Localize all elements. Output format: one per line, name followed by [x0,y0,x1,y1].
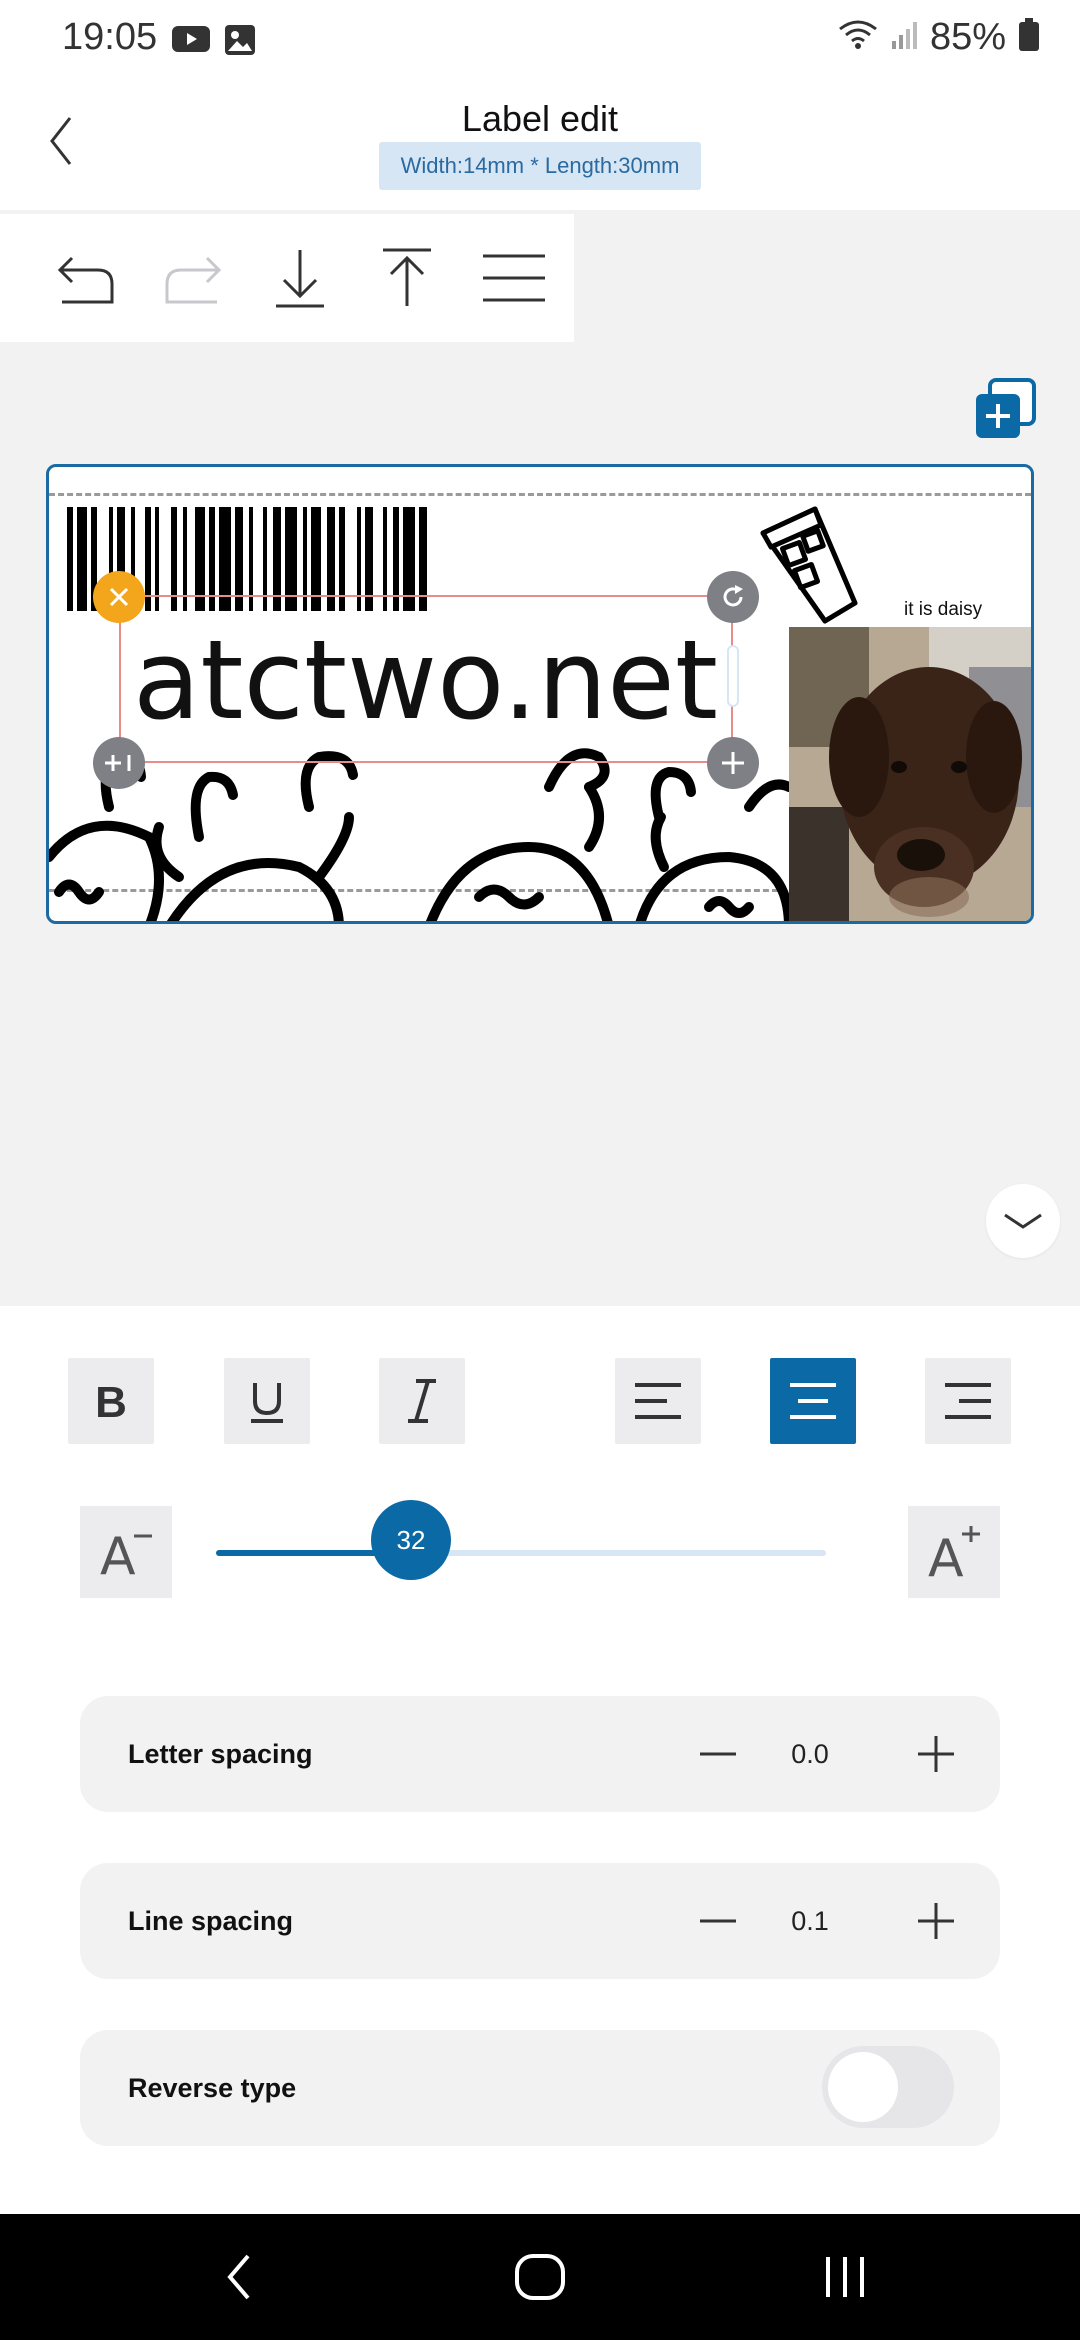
barcode-bar [77,507,87,611]
crab-pattern-image[interactable] [49,747,789,924]
letter-spacing-label: Letter spacing [128,1738,313,1769]
align-center-icon[interactable] [770,1358,856,1444]
letter-spacing-plus-icon[interactable] [908,1726,964,1782]
italic-icon[interactable] [379,1358,465,1444]
signal-icon [890,19,918,56]
download-icon[interactable] [246,214,353,342]
wifi-icon [838,19,878,56]
decrease-font-size-label: A [100,1527,136,1580]
font-size-slider[interactable] [216,1550,826,1556]
edit-toolbar [0,214,574,342]
undo-icon[interactable] [32,214,139,342]
line-spacing-label: Line spacing [128,1905,294,1936]
rotate-icon[interactable] [707,571,759,623]
align-right-icon[interactable] [925,1358,1011,1444]
resize-side-handle[interactable] [727,645,739,707]
menu-icon[interactable] [460,214,567,342]
label-text[interactable]: atctwo.net [133,625,718,735]
status-time: 19:05 [62,16,158,58]
letter-spacing-row: Letter spacing 0.0 [80,1696,1000,1812]
reverse-type-toggle[interactable] [822,2046,954,2128]
page-title: Label edit [461,98,619,139]
increase-font-size-label: A [928,1529,964,1580]
add-element-icon[interactable] [974,378,1036,440]
increase-font-size-button[interactable]: A [908,1506,1000,1598]
system-nav-bar [0,2214,1080,2340]
canvas-area: it is daisy atctwo.net [0,210,1080,1306]
align-left-icon[interactable] [615,1358,701,1444]
bold-icon[interactable]: B [68,1358,154,1444]
selected-text-element[interactable]: atctwo.net [119,595,733,763]
upload-icon[interactable] [353,214,460,342]
line-spacing-plus-icon[interactable] [908,1893,964,1949]
reverse-type-label: Reverse type [128,2072,297,2103]
nav-back-icon[interactable] [200,2240,280,2314]
label-canvas[interactable]: it is daisy atctwo.net [46,464,1034,924]
nav-home-icon[interactable] [500,2240,580,2314]
print-margin-top [49,493,1031,496]
scale-icon[interactable] [707,737,759,789]
decrease-font-size-button[interactable]: A [80,1506,172,1598]
letter-spacing-minus-icon[interactable] [690,1726,746,1782]
reverse-type-row: Reverse type [80,2030,1000,2146]
gallery-icon [224,24,256,61]
label-dimensions: Width:14mm * Length:30mm [379,142,701,190]
battery-percent: 85% [929,16,1006,58]
header: Label edit Width:14mm * Length:30mm [0,84,1080,210]
line-spacing-minus-icon[interactable] [690,1893,746,1949]
letter-spacing-value: 0.0 [791,1738,829,1769]
youtube-icon [172,24,210,61]
dog-photo-image[interactable] [789,627,1034,924]
barcode-bar [67,507,73,611]
text-format-panel: B A 32 A Letter spacing 0.0 Line spacing [0,1306,1080,2214]
redo-icon[interactable] [139,214,246,342]
duplicate-icon[interactable] [93,737,145,789]
daisy-caption[interactable]: it is daisy [904,599,982,621]
font-size-thumb[interactable]: 32 [371,1500,451,1580]
battery-icon [1018,18,1040,57]
drink-glass-image[interactable] [755,503,875,633]
collapse-chevron-icon[interactable] [986,1184,1060,1258]
nav-recents-icon[interactable] [805,2240,885,2314]
delete-element-icon[interactable] [93,571,145,623]
svg-text:B: B [95,1379,127,1423]
status-bar: 19:05 85% [0,0,1080,84]
toggle-knob [828,2052,898,2122]
line-spacing-value: 0.1 [791,1905,829,1936]
underline-icon[interactable] [224,1358,310,1444]
line-spacing-row: Line spacing 0.1 [80,1863,1000,1979]
